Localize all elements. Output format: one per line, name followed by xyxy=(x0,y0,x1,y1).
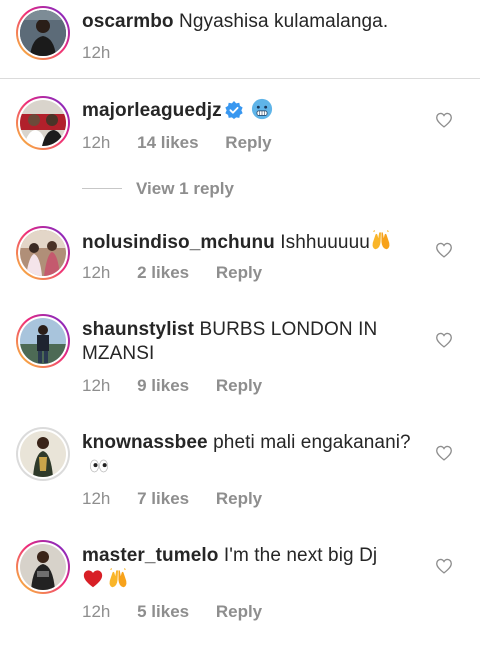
comment-item: master_tumelo I'm the next big Dj 12h 5 … xyxy=(0,538,480,638)
comment-item: oscarmbo Ngyashisa kulamalanga. 12h xyxy=(0,0,480,78)
heart-outline-icon[interactable] xyxy=(435,112,453,128)
comment-likes[interactable]: 2 likes xyxy=(137,263,189,282)
view-replies-label: View 1 reply xyxy=(136,179,234,198)
comment-item: knownassbee pheti mali engakanani? 12h 7… xyxy=(0,425,480,525)
divider-line xyxy=(82,188,122,189)
avatar-photo xyxy=(20,431,66,477)
comment-text: majorleaguedjz xyxy=(82,98,412,123)
comment-time: 12h xyxy=(82,263,111,282)
eyes-emoji xyxy=(89,459,109,473)
comment-username[interactable]: nolusindiso_mchunu xyxy=(82,232,275,253)
comment-time: 12h xyxy=(82,602,111,621)
comment-username[interactable]: master_tumelo xyxy=(82,545,218,566)
avatar[interactable] xyxy=(16,96,70,150)
comment-item: majorleaguedjz 12h 14 likes Reply xyxy=(0,90,480,170)
comment-text: shaunstylist BURBS LONDON IN MZANSI xyxy=(82,318,412,366)
comment-body: Ngyashisa kulamalanga. xyxy=(179,11,389,32)
avatar-photo xyxy=(20,544,66,590)
avatar[interactable] xyxy=(16,226,70,280)
view-replies-button[interactable]: View 1 reply xyxy=(82,179,234,199)
avatar-photo xyxy=(20,100,66,146)
comment-body: I'm the next big Dj xyxy=(223,545,378,566)
comment-meta: 12h 7 likes Reply xyxy=(82,489,284,509)
red-heart-emoji xyxy=(83,570,103,588)
reply-button[interactable]: Reply xyxy=(216,263,262,282)
comment-time: 12h xyxy=(82,376,111,395)
raising-hands-emoji xyxy=(109,568,127,588)
comment-likes[interactable]: 9 likes xyxy=(137,376,189,395)
comment-username[interactable]: shaunstylist xyxy=(82,319,194,340)
comment-meta: 12h xyxy=(82,43,132,63)
comment-meta: 12h 5 likes Reply xyxy=(82,602,284,622)
avatar[interactable] xyxy=(16,6,70,60)
heart-outline-icon[interactable] xyxy=(435,332,453,348)
comment-meta: 12h 14 likes Reply xyxy=(82,133,294,153)
avatar[interactable] xyxy=(16,427,70,481)
cold-face-emoji xyxy=(251,98,272,120)
comment-likes[interactable]: 5 likes xyxy=(137,602,189,621)
comment-body: pheti mali engakanani? xyxy=(213,432,411,453)
avatar-photo xyxy=(20,10,66,56)
avatar[interactable] xyxy=(16,314,70,368)
comment-likes[interactable]: 14 likes xyxy=(137,133,198,152)
comment-text: knownassbee pheti mali engakanani? xyxy=(82,431,412,480)
comment-text: oscarmbo Ngyashisa kulamalanga. xyxy=(82,10,412,34)
avatar-photo xyxy=(20,230,66,276)
comment-text: nolusindiso_mchunu Ishhuuuuu xyxy=(82,230,412,255)
divider xyxy=(0,78,480,79)
avatar[interactable] xyxy=(16,540,70,594)
heart-outline-icon[interactable] xyxy=(435,445,453,461)
comment-time: 12h xyxy=(82,489,111,508)
comment-item: shaunstylist BURBS LONDON IN MZANSI 12h … xyxy=(0,312,480,412)
raising-hands-emoji xyxy=(372,230,390,250)
reply-button[interactable]: Reply xyxy=(216,376,262,395)
comment-body: Ishhuuuuu xyxy=(280,232,370,253)
heart-outline-icon[interactable] xyxy=(435,558,453,574)
comment-meta: 12h 9 likes Reply xyxy=(82,376,284,396)
comment-item: nolusindiso_mchunu Ishhuuuuu 12h 2 likes… xyxy=(0,224,480,314)
comment-text: master_tumelo I'm the next big Dj xyxy=(82,544,412,593)
comment-username[interactable]: majorleaguedjz xyxy=(82,100,222,121)
reply-button[interactable]: Reply xyxy=(225,133,271,152)
comment-time: 12h xyxy=(82,43,111,62)
reply-button[interactable]: Reply xyxy=(216,602,262,621)
avatar-photo xyxy=(20,318,66,364)
comment-likes[interactable]: 7 likes xyxy=(137,489,189,508)
comment-time: 12h xyxy=(82,133,111,152)
comment-username[interactable]: oscarmbo xyxy=(82,11,174,32)
reply-button[interactable]: Reply xyxy=(216,489,262,508)
comment-username[interactable]: knownassbee xyxy=(82,432,208,453)
heart-outline-icon[interactable] xyxy=(435,242,453,258)
verified-badge-icon xyxy=(225,101,243,119)
comment-meta: 12h 2 likes Reply xyxy=(82,263,284,283)
